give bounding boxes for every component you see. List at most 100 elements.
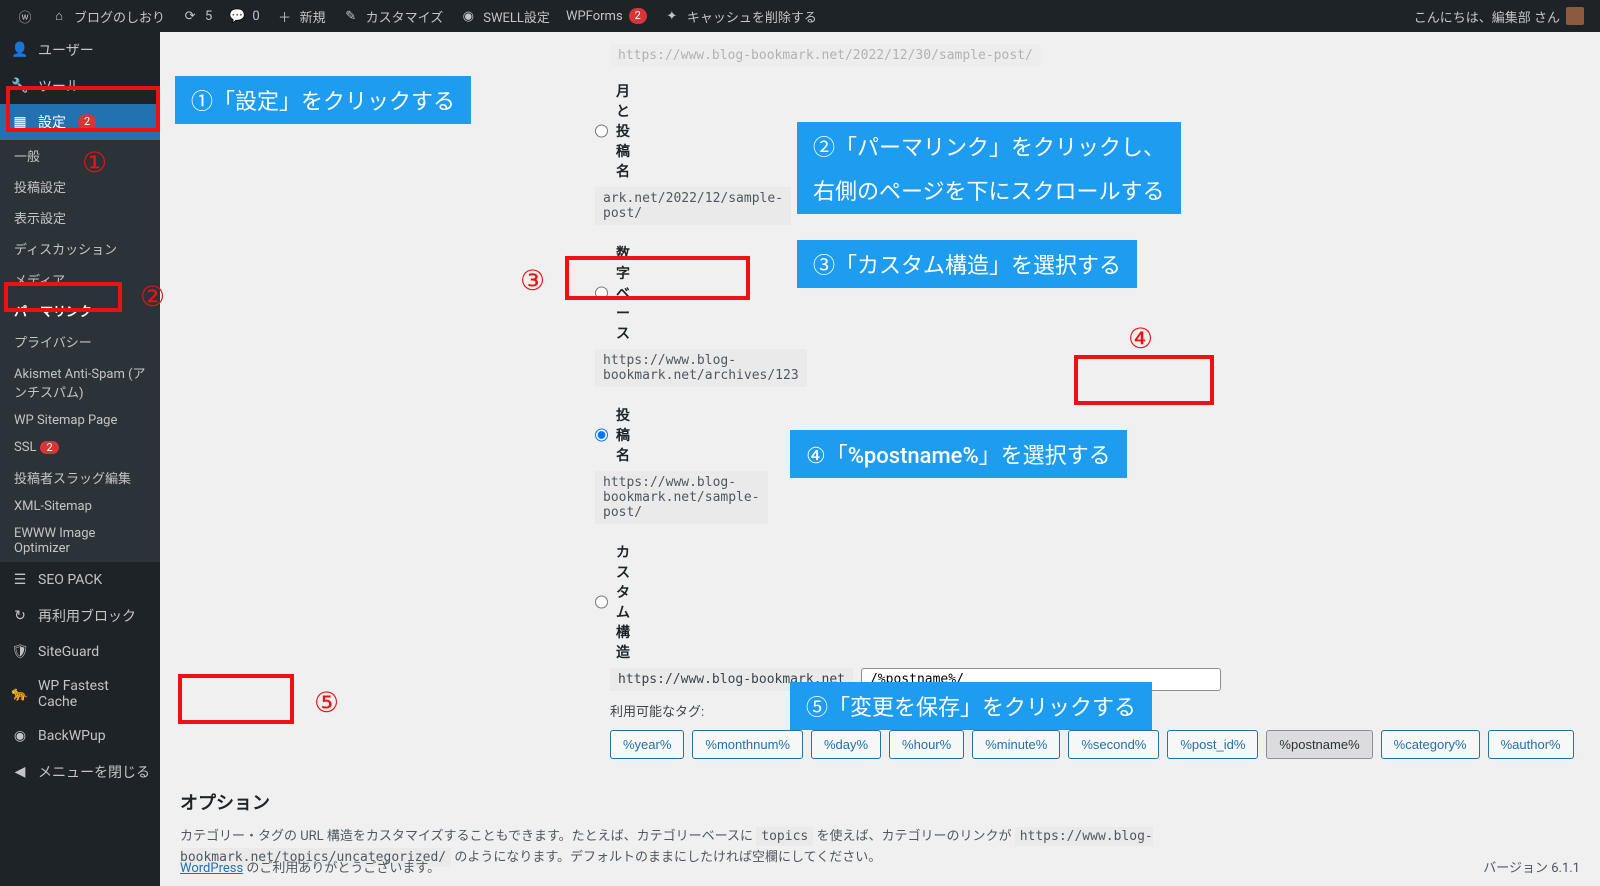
sub-writing[interactable]: 投稿設定 [0, 171, 160, 202]
updates-link[interactable]: ⟳5 [173, 0, 220, 32]
anno-4: ④「%postname%」を選択する [790, 430, 1127, 478]
version-label: バージョン 6.1.1 [1483, 857, 1580, 876]
reusable-icon: ↻ [10, 606, 30, 626]
radio-month-name[interactable]: 月と投稿名 [595, 81, 610, 181]
sub-discussion[interactable]: ディスカッション [0, 233, 160, 264]
site-name: ブログのしおり [74, 7, 165, 26]
sub-general[interactable]: 一般 [0, 140, 160, 171]
menu-reusable[interactable]: ↻再利用ブロック [0, 598, 160, 634]
num-5: ⑤ [314, 686, 339, 719]
comments-count: 0 [252, 9, 259, 24]
structure-custom: カスタム構造 [180, 542, 610, 662]
radio-numeric[interactable]: 数字ベース [595, 243, 610, 343]
menu-seopack[interactable]: ☰SEO PACK [0, 562, 160, 598]
greeting: こんにちは、編集部 さん [1414, 7, 1560, 26]
admin-sidebar: 👤ユーザー 🔧ツール ▦設定2 一般 投稿設定 表示設定 ディスカッション メデ… [0, 32, 160, 886]
wpfc-icon: 🐆 [10, 684, 30, 704]
numeric-url: https://www.blog-bookmark.net/archives/1… [595, 349, 807, 387]
radio-custom-input[interactable] [595, 594, 608, 610]
sub-sitemap[interactable]: WP Sitemap Page [0, 407, 160, 434]
new-content[interactable]: ＋ 新規 [268, 0, 334, 32]
seopack-icon: ☰ [10, 570, 30, 590]
menu-backwpup[interactable]: ◉BackWPup [0, 718, 160, 754]
wpforms-link[interactable]: WPForms2 [558, 0, 655, 32]
num-1: ① [82, 146, 107, 179]
sub-reading[interactable]: 表示設定 [0, 202, 160, 233]
tag-author[interactable]: %author% [1488, 730, 1574, 759]
menu-tools[interactable]: 🔧ツール [0, 68, 160, 104]
swell-icon: ◉ [459, 7, 477, 25]
menu-wpfc[interactable]: 🐆WP Fastest Cache [0, 670, 160, 718]
radio-month-name-input[interactable] [595, 123, 608, 139]
structure-numeric: 数字ベース https://www.blog-bookmark.net/arch… [180, 243, 610, 387]
menu-users[interactable]: 👤ユーザー [0, 32, 160, 68]
anno-3: ③「カスタム構造」を選択する [797, 240, 1137, 288]
radio-postname-input[interactable] [595, 427, 608, 443]
available-tags: %year% %monthnum% %day% %hour% %minute% … [610, 730, 1580, 759]
sub-ewww[interactable]: EWWW Image Optimizer [0, 520, 160, 562]
anno-2a: ②「パーマリンク」をクリックし、 [797, 122, 1181, 170]
wpforms-label: WPForms [566, 9, 623, 24]
site-link[interactable]: ⌂ ブログのしおり [42, 0, 173, 32]
customize-label: カスタマイズ [366, 7, 444, 26]
tools-icon: 🔧 [10, 76, 30, 96]
backwpup-icon: ◉ [10, 726, 30, 746]
wp-logo[interactable]: ⓦ [8, 0, 42, 32]
collapse-icon: ◀ [10, 762, 30, 782]
sub-permalink[interactable]: パーマリンク [0, 295, 160, 326]
tag-minute[interactable]: %minute% [972, 730, 1060, 759]
num-4: ④ [1128, 322, 1153, 355]
tag-second[interactable]: %second% [1068, 730, 1159, 759]
brush-icon: ✎ [342, 7, 360, 25]
url-example-cut: https://www.blog-bookmark.net/2022/12/30… [610, 44, 1041, 67]
comments-link[interactable]: 💬0 [220, 0, 267, 32]
tag-hour[interactable]: %hour% [889, 730, 964, 759]
radio-custom[interactable]: カスタム構造 [595, 542, 610, 662]
structure-postname: 投稿名 https://www.blog-bookmark.net/sample… [180, 405, 610, 524]
sub-ssl[interactable]: SSL2 [0, 434, 160, 462]
sub-privacy[interactable]: プライバシー [0, 326, 160, 357]
radio-postname[interactable]: 投稿名 [595, 405, 610, 465]
menu-collapse[interactable]: ◀メニューを閉じる [0, 754, 160, 790]
avatar [1566, 7, 1584, 25]
tag-category[interactable]: %category% [1381, 730, 1480, 759]
sub-xml-sitemap[interactable]: XML-Sitemap [0, 493, 160, 520]
radio-numeric-input[interactable] [595, 285, 608, 301]
footer-thanks: のご利用ありがとうございます。 [243, 861, 440, 876]
month-name-url: ark.net/2022/12/sample-post/ [595, 187, 791, 225]
admin-bar: ⓦ ⌂ブログのしおり ⟳5 💬0 ＋新規 ✎カスタマイズ ◉SWELL設定 WP… [0, 0, 1600, 32]
sub-akismet[interactable]: Akismet Anti-Spam (アンチスパム) [0, 357, 160, 407]
ssl-badge: 2 [40, 441, 58, 454]
tag-postname[interactable]: %postname% [1266, 730, 1372, 759]
update-icon: ⟳ [181, 7, 199, 25]
wordpress-link[interactable]: WordPress [180, 861, 243, 876]
customize-link[interactable]: ✎ カスタマイズ [334, 0, 452, 32]
user-account[interactable]: こんにちは、編集部 さん [1406, 0, 1592, 32]
anno-1: ①「設定」をクリックする [175, 76, 471, 124]
comment-icon: 💬 [228, 7, 246, 25]
users-icon: 👤 [10, 40, 30, 60]
tag-day[interactable]: %day% [811, 730, 881, 759]
swell-link[interactable]: ◉ SWELL設定 [451, 0, 558, 32]
swell-label: SWELL設定 [483, 7, 550, 26]
sub-media[interactable]: メディア [0, 264, 160, 295]
num-2: ② [140, 280, 165, 313]
sub-author-slug[interactable]: 投稿者スラッグ編集 [0, 462, 160, 493]
plus-icon: ＋ [276, 7, 294, 25]
menu-siteguard[interactable]: 🛡SiteGuard [0, 634, 160, 670]
wordpress-icon: ⓦ [16, 7, 34, 25]
new-label: 新規 [300, 7, 326, 26]
menu-settings[interactable]: ▦設定2 [0, 104, 160, 140]
anno-2b: 右側のページを下にスクロールする [797, 166, 1181, 214]
tag-year[interactable]: %year% [610, 730, 684, 759]
options-heading: オプション [180, 789, 1580, 815]
num-3: ③ [520, 264, 545, 297]
tag-monthnum[interactable]: %monthnum% [692, 730, 803, 759]
cache-label: キャッシュを削除する [687, 7, 817, 26]
anno-5: ⑤「変更を保存」をクリックする [790, 682, 1152, 730]
footer: WordPress のご利用ありがとうございます。 バージョン 6.1.1 [180, 857, 1580, 876]
settings-badge: 2 [78, 114, 96, 130]
home-icon: ⌂ [50, 7, 68, 25]
tag-post-id[interactable]: %post_id% [1167, 730, 1258, 759]
cache-link[interactable]: ✦キャッシュを削除する [655, 0, 825, 32]
